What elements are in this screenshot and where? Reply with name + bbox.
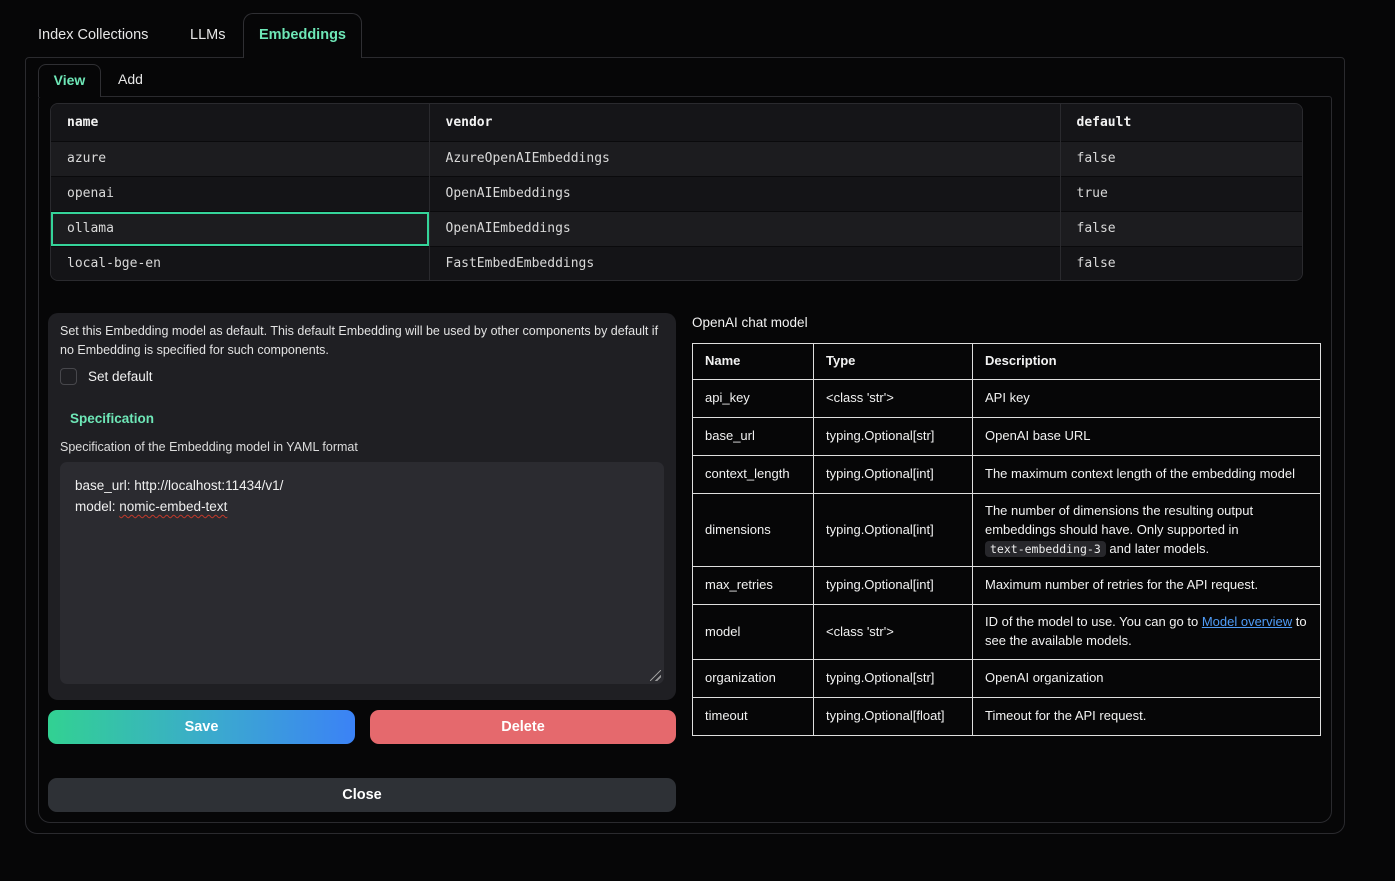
param-type: typing.Optional[float] [814,698,973,736]
param-description: OpenAI base URL [973,417,1321,455]
params-column-type: Type [814,344,973,380]
params-header-row: Name Type Description [693,344,1321,380]
param-row-base-url: base_url typing.Optional[str] OpenAI bas… [693,417,1321,455]
param-type: typing.Optional[str] [814,417,973,455]
table-row-azure[interactable]: azure AzureOpenAIEmbeddings false [51,141,1303,176]
cell-vendor[interactable]: OpenAIEmbeddings [429,176,1060,211]
tab-llms[interactable]: LLMs [190,13,225,57]
table-row-ollama-selected[interactable]: ollama OpenAIEmbeddings false [51,211,1303,246]
param-row-api-key: api_key <class 'str'> API key [693,379,1321,417]
param-description: Timeout for the API request. [973,698,1321,736]
yaml-spec-textarea[interactable]: base_url: http://localhost:11434/v1/ mod… [60,462,664,684]
cell-default[interactable]: false [1060,141,1303,176]
param-name: timeout [693,698,814,736]
param-name: base_url [693,417,814,455]
param-type: <class 'str'> [814,379,973,417]
embeddings-table: name vendor default azure AzureOpenAIEmb… [50,103,1303,281]
cell-vendor[interactable]: FastEmbedEmbeddings [429,246,1060,281]
specification-sublabel: Specification of the Embedding model in … [60,440,358,454]
cell-vendor[interactable]: AzureOpenAIEmbeddings [429,141,1060,176]
cell-name[interactable]: openai [51,176,429,211]
param-type: typing.Optional[str] [814,660,973,698]
param-row-dimensions: dimensions typing.Optional[int] The numb… [693,493,1321,567]
save-button[interactable]: Save [48,710,355,744]
param-description: Maximum number of retries for the API re… [973,567,1321,605]
params-column-name: Name [693,344,814,380]
param-name: organization [693,660,814,698]
param-description: The number of dimensions the resulting o… [973,493,1321,567]
yaml-line-2: model: nomic-embed-text [75,496,649,517]
misspelled-word: nomic-embed-text [119,499,227,514]
param-name: model [693,605,814,660]
param-row-model: model <class 'str'> ID of the model to u… [693,605,1321,660]
param-type: typing.Optional[int] [814,493,973,567]
cell-vendor[interactable]: OpenAIEmbeddings [429,211,1060,246]
param-name: context_length [693,455,814,493]
cell-default[interactable]: true [1060,176,1303,211]
table-row-local-bge-en[interactable]: local-bge-en FastEmbedEmbeddings false [51,246,1303,281]
param-name: dimensions [693,493,814,567]
param-type: typing.Optional[int] [814,567,973,605]
set-default-row: Set default [60,368,153,385]
param-description: API key [973,379,1321,417]
table-header-row: name vendor default [51,104,1303,141]
param-name: api_key [693,379,814,417]
param-type: <class 'str'> [814,605,973,660]
code-chip: text-embedding-3 [985,541,1106,557]
subtab-view[interactable]: View [38,64,101,97]
delete-button[interactable]: Delete [370,710,676,744]
param-row-context-length: context_length typing.Optional[int] The … [693,455,1321,493]
cell-name[interactable]: local-bge-en [51,246,429,281]
cell-default[interactable]: false [1060,211,1303,246]
model-overview-link[interactable]: Model overview [1202,614,1292,629]
column-header-default: default [1060,104,1303,141]
subtab-add[interactable]: Add [118,64,143,97]
param-row-timeout: timeout typing.Optional[float] Timeout f… [693,698,1321,736]
yaml-line-1: base_url: http://localhost:11434/v1/ [75,475,649,496]
param-row-organization: organization typing.Optional[str] OpenAI… [693,660,1321,698]
params-table: Name Type Description api_key <class 'st… [692,343,1321,736]
default-description: Set this Embedding model as default. Thi… [60,322,660,361]
tab-embeddings[interactable]: Embeddings [243,13,362,58]
param-description: ID of the model to use. You can go to Mo… [973,605,1321,660]
set-default-checkbox[interactable] [60,368,77,385]
tab-index-collections[interactable]: Index Collections [38,13,148,57]
param-row-max-retries: max_retries typing.Optional[int] Maximum… [693,567,1321,605]
table-row-openai[interactable]: openai OpenAIEmbeddings true [51,176,1303,211]
set-default-label: Set default [88,369,153,384]
params-panel-title: OpenAI chat model [692,315,808,330]
column-header-vendor: vendor [429,104,1060,141]
params-column-description: Description [973,344,1321,380]
param-type: typing.Optional[int] [814,455,973,493]
param-name: max_retries [693,567,814,605]
cell-name[interactable]: azure [51,141,429,176]
embedding-config-panel: Set this Embedding model as default. Thi… [48,313,676,700]
param-description: The maximum context length of the embedd… [973,455,1321,493]
app-window: Index Collections LLMs Embeddings View A… [0,0,1395,881]
cell-default[interactable]: false [1060,246,1303,281]
close-button[interactable]: Close [48,778,676,812]
specification-heading: Specification [70,411,154,426]
cell-name-selected[interactable]: ollama [51,211,429,246]
column-header-name: name [51,104,429,141]
param-description: OpenAI organization [973,660,1321,698]
